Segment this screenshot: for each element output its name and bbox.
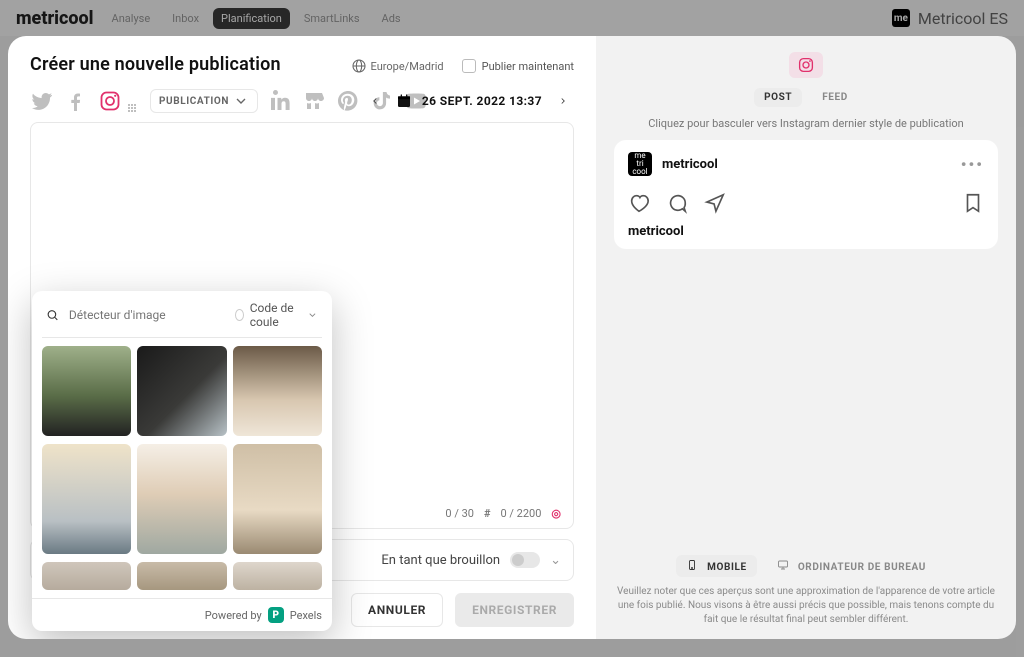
calendar-icon [396,93,412,109]
desktop-icon [777,559,789,571]
stock-thumb[interactable] [137,444,226,554]
stock-thumb[interactable] [233,346,322,436]
color-code-selector[interactable]: Code de coule [235,301,318,329]
radio-icon [235,309,244,321]
preview-disclaimer: Veuillez noter que ces aperçus sont une … [614,585,998,627]
powered-by-label: Powered by [205,609,262,622]
composer-panel: Créer une nouvelle publication Europe/Ma… [8,36,596,639]
pexels-badge-icon: P [268,607,284,623]
globe-icon [351,58,367,74]
stock-thumb[interactable] [42,562,131,590]
device-switch: MOBILE ORDINATEUR DE BUREAU [676,555,936,577]
pinterest-icon[interactable] [336,89,360,113]
more-icon[interactable]: ••• [961,155,984,174]
stock-image-popover: Code de coule [32,291,332,631]
linkedin-icon[interactable] [268,89,292,113]
publish-now-toggle[interactable]: Publier maintenant [462,59,574,73]
publish-now-label: Publier maintenant [482,60,574,73]
preview-hint[interactable]: Cliquez pour basculer vers Instagram der… [614,117,998,130]
stock-thumb[interactable] [42,346,131,436]
view-post-tab[interactable]: POST [754,88,802,107]
instagram-grid-icon [128,104,134,110]
avatar: metricool [628,152,652,176]
chevron-down-icon[interactable]: ⌄ [550,553,561,568]
date-prev-button[interactable] [364,90,386,112]
instagram-preview-card: metricool metricool ••• metricool [614,140,998,249]
device-desktop-label: ORDINATEUR DE BUREAU [798,562,926,573]
chevron-down-icon [233,93,249,109]
stock-thumb[interactable] [137,346,226,436]
twitter-icon[interactable] [30,89,54,113]
heart-icon[interactable] [628,192,650,214]
preview-username: metricool [662,157,718,172]
preview-action-row [628,192,984,214]
comment-icon[interactable] [666,192,688,214]
instagram-counter-icon: ◎ [551,507,561,520]
preview-view-switch: POST FEED [754,88,858,107]
publication-type-selector[interactable]: PUBLICATION [150,89,258,113]
googlebusiness-icon[interactable] [302,89,326,113]
hashtag-counter: 0 / 30 [445,507,474,520]
preview-caption: metricool [628,224,984,239]
timezone-label[interactable]: Europe/Madrid [351,58,444,74]
modal-actions: ANNULER ENREGISTRER [351,593,574,627]
facebook-icon[interactable] [64,89,88,113]
char-counter-text: 0 / 2200 [500,507,541,520]
hash-icon: # [484,507,491,520]
device-mobile-tab[interactable]: MOBILE [676,555,757,577]
checkbox-icon [462,59,476,73]
stock-search-input[interactable] [67,307,227,323]
create-post-modal: Créer une nouvelle publication Europe/Ma… [8,36,1016,639]
stock-thumb[interactable] [137,562,226,590]
powered-by-provider[interactable]: Pexels [290,609,322,622]
powered-by-row: Powered by P Pexels [32,598,332,631]
stock-thumb[interactable] [233,562,322,590]
bookmark-icon[interactable] [962,192,984,214]
schedule-picker: 26 SEPT. 2022 13:37 [364,90,574,112]
instagram-icon [797,56,815,74]
color-code-label: Code de coule [250,301,301,329]
stock-thumb[interactable] [42,444,131,554]
save-button[interactable]: ENREGISTRER [455,593,574,627]
schedule-date-text[interactable]: 26 SEPT. 2022 13:37 [422,94,542,108]
draft-label: En tant que brouillon [381,553,500,568]
device-mobile-label: MOBILE [707,562,747,573]
draft-toggle[interactable] [510,552,540,568]
device-desktop-tab[interactable]: ORDINATEUR DE BUREAU [767,555,936,577]
date-next-button[interactable] [552,90,574,112]
view-feed-tab[interactable]: FEED [812,88,858,107]
search-icon [46,306,59,324]
mobile-icon [686,559,698,571]
publication-type-label: PUBLICATION [159,96,229,107]
cancel-button[interactable]: ANNULER [351,593,443,627]
stock-thumb[interactable] [233,444,322,554]
chevron-down-icon [307,307,318,323]
timezone-text: Europe/Madrid [371,60,444,73]
char-counter: 0 / 30 # 0 / 2200 ◎ [445,507,561,520]
instagram-icon[interactable] [98,89,122,113]
preview-panel: POST FEED Cliquez pour basculer vers Ins… [596,36,1016,639]
preview-network-chip[interactable] [789,52,823,78]
share-icon[interactable] [704,192,726,214]
